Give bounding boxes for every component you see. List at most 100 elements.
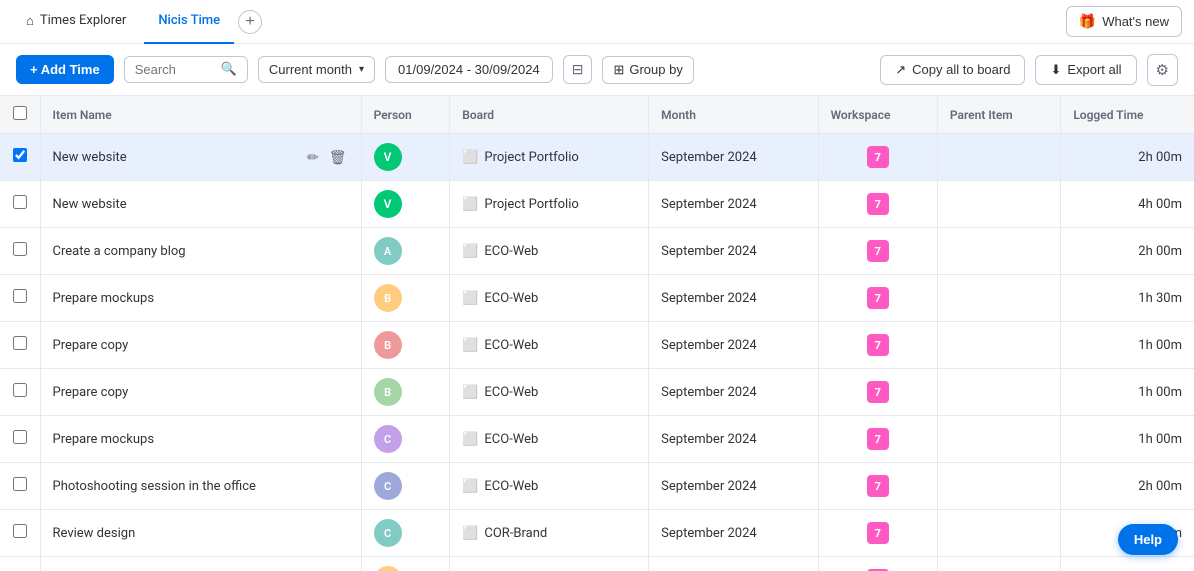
item-name-text: New website: [53, 150, 306, 165]
header-board: Board: [450, 96, 649, 134]
workspace-badge: 7: [867, 287, 889, 309]
row-checkbox[interactable]: [13, 524, 27, 538]
board-cell: ⬜ Project Portfolio: [462, 150, 636, 165]
table-row: Photoshooting session in the officeC⬜ECO…: [0, 463, 1194, 510]
date-range-label: 01/09/2024 - 30/09/2024: [398, 62, 540, 77]
board-cell: ⬜ECO-Web: [462, 385, 636, 400]
row-person: C: [361, 510, 450, 557]
row-logged-time: 2h 00m: [1061, 228, 1194, 275]
date-range-button[interactable]: 01/09/2024 - 30/09/2024: [385, 56, 553, 83]
item-name-text: Prepare copy: [53, 338, 349, 353]
row-workspace: 7: [818, 463, 937, 510]
board-icon: ⬜: [462, 150, 478, 165]
row-checkbox[interactable]: [13, 336, 27, 350]
header-item-name: Item Name: [40, 96, 361, 134]
row-item-name: Prepare copy: [40, 322, 361, 369]
row-item-name: New website: [40, 181, 361, 228]
tab-bar-left: ⌂ Times Explorer Nicis Time +: [12, 0, 262, 44]
row-board: ⬜ECO-Web: [450, 275, 649, 322]
row-checkbox-cell: [0, 181, 40, 228]
row-board: ⬜Project Portfolio: [450, 181, 649, 228]
select-all-checkbox[interactable]: [13, 106, 27, 120]
row-logged-time: 1h 30m: [1061, 275, 1194, 322]
row-parent-item: [937, 181, 1060, 228]
row-checkbox-cell: [0, 134, 40, 181]
time-entries-table: Item Name Person Board Month Workspace P…: [0, 96, 1194, 571]
whats-new-label: What's new: [1102, 14, 1169, 29]
row-checkbox[interactable]: [13, 383, 27, 397]
board-cell: ⬜ECO-Web: [462, 244, 636, 259]
table-row: Prepare mockupsB⬜ECO-WebSeptember 202471…: [0, 275, 1194, 322]
row-item-name: Photoshooting session in the office: [40, 463, 361, 510]
row-board: ⬜ ECO-Web: [450, 416, 649, 463]
row-checkbox[interactable]: [13, 477, 27, 491]
whats-new-button[interactable]: 🎁 What's new: [1066, 6, 1182, 37]
export-all-button[interactable]: ⬇ Export all: [1035, 55, 1136, 85]
row-checkbox-cell: [0, 275, 40, 322]
edit-button[interactable]: ✏: [305, 147, 321, 168]
table-row: New website✏🗑V⬜Project PortfolioSeptembe…: [0, 134, 1194, 181]
row-person: C: [361, 416, 450, 463]
item-name-text: Prepare mockups: [53, 291, 349, 306]
row-person: V: [361, 181, 450, 228]
search-icon: 🔍: [221, 62, 237, 77]
item-name-text: Prepare mockups: [53, 432, 349, 447]
board-icon: ⬜: [462, 197, 478, 212]
add-time-button[interactable]: + Add Time: [16, 55, 114, 84]
row-checkbox-cell: [0, 322, 40, 369]
help-button[interactable]: Help: [1118, 524, 1178, 555]
delete-button[interactable]: 🗑: [327, 147, 349, 168]
row-actions: ✏🗑: [305, 147, 349, 168]
header-month: Month: [649, 96, 818, 134]
avatar: B: [374, 378, 402, 406]
row-checkbox[interactable]: [13, 242, 27, 256]
row-board: ⬜COR-Brand: [450, 510, 649, 557]
row-checkbox-cell: [0, 510, 40, 557]
row-logged-time: 2h 00m: [1061, 463, 1194, 510]
tab-nicis-time[interactable]: Nicis Time: [144, 0, 234, 44]
workspace-badge: 7: [867, 522, 889, 544]
row-checkbox[interactable]: [13, 195, 27, 209]
workspace-badge: 7: [867, 334, 889, 356]
row-item-name: Prepare copy: [40, 369, 361, 416]
filter-icon-button[interactable]: ⊟: [563, 55, 593, 84]
row-board: ⬜ECO-Web: [450, 322, 649, 369]
item-name-text: Review design: [53, 526, 349, 541]
avatar: C: [374, 472, 402, 500]
add-tab-button[interactable]: +: [238, 10, 262, 34]
table-row: Video on landing pageC⬜ECO-WebSeptember …: [0, 557, 1194, 571]
row-checkbox[interactable]: [13, 430, 27, 444]
board-icon: ⬜: [462, 432, 478, 447]
board-icon: ⬜: [462, 385, 478, 400]
search-box: 🔍: [124, 56, 248, 83]
settings-button[interactable]: ⚙: [1147, 54, 1178, 86]
row-item-name: Prepare mockups: [40, 416, 361, 463]
row-checkbox-cell: [0, 557, 40, 571]
row-checkbox[interactable]: [13, 289, 27, 303]
row-parent-item: [937, 416, 1060, 463]
row-checkbox[interactable]: [13, 148, 27, 162]
row-parent-item: [937, 510, 1060, 557]
add-time-label: + Add Time: [30, 62, 100, 77]
row-month: September 2024: [649, 510, 818, 557]
arrow-up-right-icon: ↗: [895, 62, 906, 78]
copy-all-to-board-button[interactable]: ↗ Copy all to board: [880, 55, 1025, 85]
row-checkbox-cell: [0, 416, 40, 463]
table-row: Prepare mockupsC⬜ECO-WebSeptember 202471…: [0, 416, 1194, 463]
row-checkbox-cell: [0, 463, 40, 510]
header-workspace: Workspace: [818, 96, 937, 134]
board-name: Project Portfolio: [484, 150, 578, 165]
row-parent-item: [937, 134, 1060, 181]
avatar: B: [374, 331, 402, 359]
board-name: ECO-Web: [484, 432, 538, 447]
table-body: New website✏🗑V⬜Project PortfolioSeptembe…: [0, 134, 1194, 571]
row-logged-time: 1h 00m: [1061, 416, 1194, 463]
tab-times-explorer-label: Times Explorer: [40, 13, 126, 28]
row-item-name: New website✏🗑: [40, 134, 361, 181]
row-checkbox-cell: [0, 369, 40, 416]
group-by-button[interactable]: ⊞ Group by: [602, 56, 693, 84]
search-input[interactable]: [135, 62, 215, 77]
current-month-button[interactable]: Current month ▾: [258, 56, 375, 83]
tab-times-explorer[interactable]: ⌂ Times Explorer: [12, 0, 140, 44]
row-item-name: Prepare mockups: [40, 275, 361, 322]
